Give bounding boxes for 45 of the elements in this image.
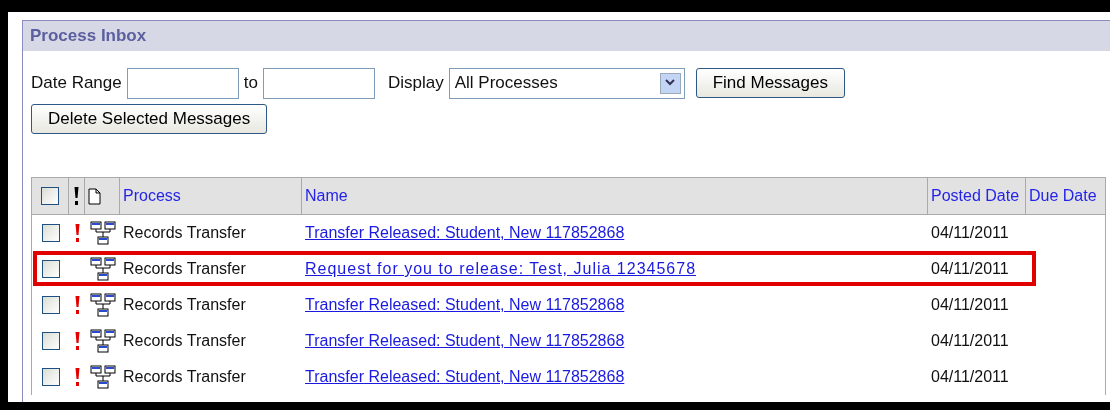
flowchart-icon	[89, 365, 116, 389]
flowchart-icon	[89, 257, 116, 281]
checkbox[interactable]	[41, 224, 60, 242]
checkbox[interactable]	[41, 368, 60, 386]
column-header[interactable]: Posted Date	[928, 178, 1026, 214]
checkbox[interactable]	[41, 260, 60, 278]
checkbox[interactable]	[41, 296, 60, 314]
exclamation-icon	[74, 187, 79, 205]
flowchart-icon	[89, 221, 116, 245]
exclamation-icon	[74, 224, 80, 242]
date-range-label: Date Range	[31, 73, 122, 93]
find-messages-button[interactable]: Find Messages	[695, 68, 845, 98]
display-label: Display	[387, 73, 444, 93]
message-link[interactable]: Transfer Released: Student, New 117852868	[302, 332, 625, 349]
process-text: Records Transfer	[122, 260, 247, 278]
checkbox[interactable]	[41, 187, 59, 205]
column-header[interactable]: Process	[120, 178, 302, 214]
flowchart-icon	[89, 293, 116, 317]
message-link[interactable]: Transfer Released: Student, New 117852868	[302, 296, 625, 313]
exclamation-icon	[74, 332, 80, 350]
posted-date: 04/11/2011	[930, 224, 1010, 242]
posted-date: 04/11/2011	[930, 332, 1010, 350]
exclamation-icon	[74, 368, 80, 386]
message-link[interactable]: Transfer Released: Student, New 117852868	[302, 224, 625, 241]
display-dropdown[interactable]: All Processes	[448, 67, 685, 99]
start-date-field[interactable]	[126, 67, 239, 99]
process-text: Records Transfer	[122, 296, 247, 314]
posted-date: 04/11/2011	[930, 296, 1010, 314]
process-text: Records Transfer	[122, 224, 247, 242]
process-text: Records Transfer	[122, 368, 247, 386]
posted-date: 04/11/2011	[930, 260, 1010, 278]
message-link[interactable]: Request for you to release: Test, Julia 12345678	[302, 260, 697, 277]
to-label: to	[243, 73, 258, 93]
flowchart-icon	[89, 329, 116, 353]
panel-title: Process Inbox	[23, 21, 1110, 51]
message-link[interactable]: Transfer Released: Student, New 117852868	[302, 368, 625, 385]
process-text: Records Transfer	[122, 332, 247, 350]
end-date-field[interactable]	[262, 67, 375, 99]
posted-date: 04/11/2011	[930, 368, 1010, 386]
delete-selected-button[interactable]: Delete Selected Messages	[31, 104, 268, 134]
column-header[interactable]: Due Date	[1026, 178, 1105, 214]
exclamation-icon	[74, 296, 80, 314]
document-icon	[88, 187, 101, 205]
checkbox[interactable]	[41, 332, 60, 350]
column-header[interactable]: Name	[302, 178, 928, 214]
